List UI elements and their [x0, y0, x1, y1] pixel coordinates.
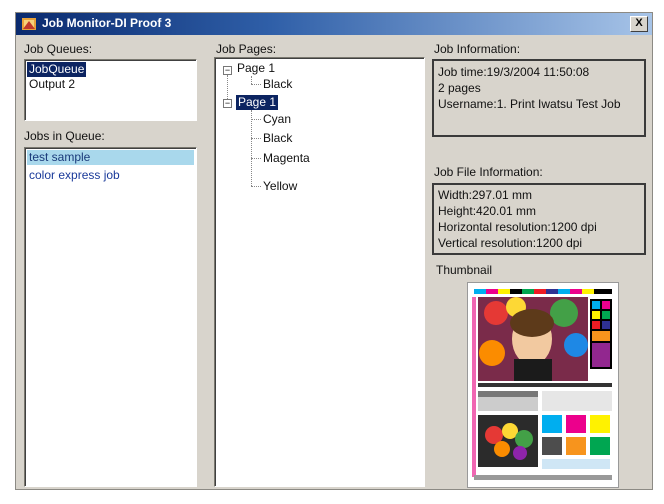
tree-plate-node[interactable]: Black — [263, 131, 292, 146]
tree-connector — [251, 119, 261, 120]
app-icon — [22, 18, 36, 30]
job-pages-tree[interactable]: − Page 1 Black − Page 1 Cyan Black Magen… — [214, 57, 425, 487]
job-queues-label: Job Queues: — [24, 42, 93, 56]
job-file-information-label: Job File Information: — [434, 165, 543, 179]
tree-connector — [251, 138, 261, 139]
thumbnail-preview — [467, 282, 619, 488]
username-text: Username:1. Print Iwatsu Test Job — [438, 97, 621, 111]
job-information-box: Job time:19/3/2004 11:50:08 2 pages User… — [432, 59, 646, 137]
window-title: Job Monitor-DI Proof 3 — [42, 16, 172, 30]
job-item[interactable]: test sample — [27, 150, 194, 165]
tree-plate-node[interactable]: Magenta — [263, 151, 310, 166]
job-queues-list[interactable]: JobQueue Output 2 — [24, 59, 197, 121]
thumbnail-image — [468, 283, 618, 487]
tree-connector — [251, 110, 252, 186]
horizontal-resolution-text: Horizontal resolution:1200 dpi — [438, 220, 597, 234]
height-text: Height:420.01 mm — [438, 204, 537, 218]
tree-plate-node[interactable]: Yellow — [263, 179, 297, 194]
tree-connector — [251, 84, 261, 85]
tree-plate-node[interactable]: Cyan — [263, 112, 291, 127]
job-pages-label: Job Pages: — [216, 42, 277, 56]
tree-plate-node[interactable]: Black — [263, 77, 292, 92]
tree-connector — [251, 158, 261, 159]
title-bar[interactable]: Job Monitor-DI Proof 3 X — [16, 13, 652, 35]
vertical-resolution-text: Vertical resolution:1200 dpi — [438, 236, 583, 250]
tree-connector — [227, 75, 228, 99]
jobs-in-queue-label: Jobs in Queue: — [24, 129, 105, 143]
collapse-icon[interactable]: − — [223, 66, 232, 75]
tree-page-node[interactable]: Page 1 — [236, 95, 279, 110]
close-button[interactable]: X — [630, 16, 648, 32]
job-queue-item[interactable]: JobQueue — [27, 62, 87, 77]
tree-connector — [251, 186, 261, 187]
collapse-icon[interactable]: − — [223, 99, 232, 108]
page-count-text: 2 pages — [438, 81, 481, 95]
job-information-label: Job Information: — [434, 42, 521, 56]
tree-page-node[interactable]: Page 1 — [237, 61, 275, 76]
job-queue-item[interactable]: Output 2 — [27, 77, 77, 92]
job-file-information-box: Width:297.01 mm Height:420.01 mm Horizon… — [432, 183, 646, 255]
jobs-in-queue-list[interactable]: test sample color express job — [24, 147, 197, 487]
width-text: Width:297.01 mm — [438, 188, 533, 202]
job-time-text: Job time:19/3/2004 11:50:08 — [438, 65, 590, 79]
thumbnail-label: Thumbnail — [436, 263, 493, 277]
job-item[interactable]: color express job — [27, 168, 122, 183]
tree-connector — [251, 76, 252, 84]
